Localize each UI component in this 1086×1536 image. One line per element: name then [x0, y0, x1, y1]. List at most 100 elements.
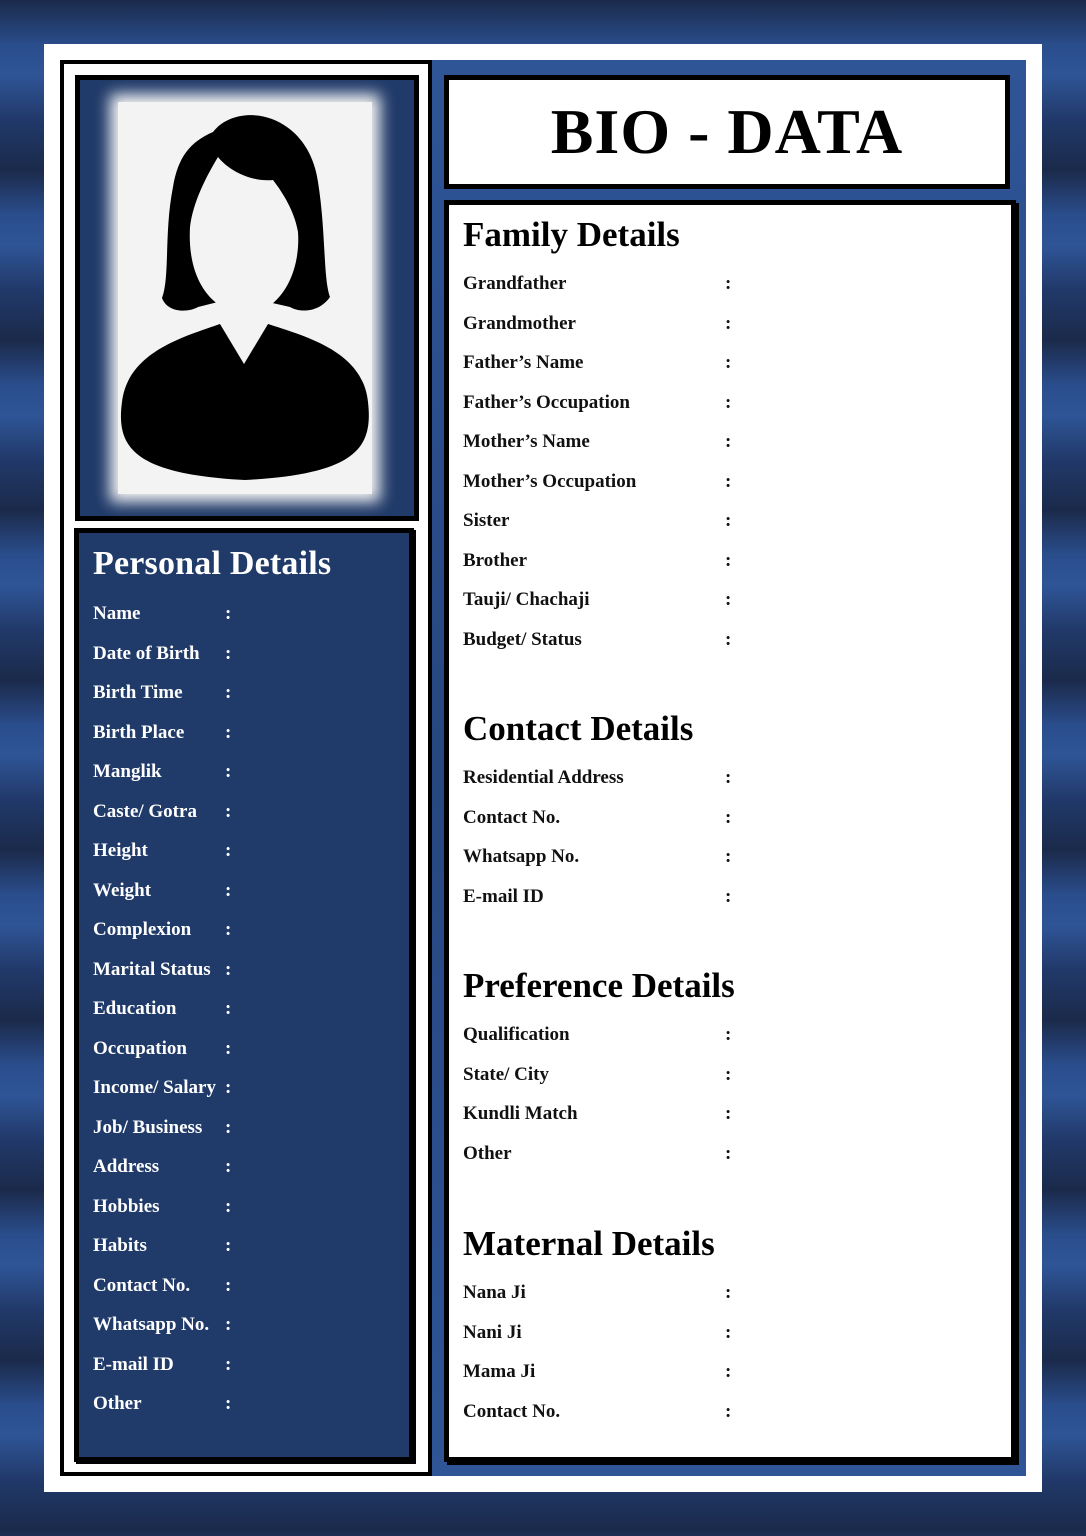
contact-details-field-e-mail-id[interactable]: E-mail ID:: [463, 886, 983, 910]
field-separator: :: [225, 1353, 232, 1375]
maternal-details-field-nana-ji[interactable]: Nana Ji:: [463, 1282, 983, 1306]
female-avatar-silhouette-icon: [120, 115, 369, 480]
personal-field-complexion[interactable]: Complexion:: [93, 919, 393, 943]
field-label: E-mail ID: [463, 885, 544, 907]
contact-details-field-contact-no[interactable]: Contact No.:: [463, 807, 983, 831]
family-details-field-budget-status[interactable]: Budget/ Status:: [463, 629, 983, 653]
personal-field-hobbies[interactable]: Hobbies:: [93, 1196, 393, 1220]
preference-details-field-qualification[interactable]: Qualification:: [463, 1024, 983, 1048]
field-label: Whatsapp No.: [93, 1314, 210, 1335]
field-separator: :: [725, 510, 732, 531]
field-separator: :: [725, 1400, 732, 1422]
personal-field-address[interactable]: Address:: [93, 1156, 393, 1180]
family-details-field-grandfather[interactable]: Grandfather:: [463, 273, 983, 297]
personal-field-whatsapp-no[interactable]: Whatsapp No.:: [93, 1314, 393, 1338]
preference-details-field-kundli-match[interactable]: Kundli Match:: [463, 1103, 983, 1127]
field-label: Brother: [463, 549, 528, 571]
preference-details-field-other[interactable]: Other:: [463, 1143, 983, 1167]
field-separator: :: [725, 767, 732, 788]
personal-field-birth-place[interactable]: Birth Place:: [93, 722, 393, 746]
field-separator: :: [225, 800, 232, 822]
maternal-details-field-nani-ji[interactable]: Nani Ji:: [463, 1322, 983, 1346]
personal-details-panel: Personal Details Name: Date of Birth: Birt…: [74, 528, 414, 1462]
preference-details-field-state-city[interactable]: State/ City:: [463, 1064, 983, 1088]
personal-field-caste-gotra[interactable]: Caste/ Gotra:: [93, 801, 393, 825]
field-separator: :: [725, 391, 732, 413]
personal-field-weight[interactable]: Weight:: [93, 880, 393, 904]
personal-field-other[interactable]: Other:: [93, 1393, 393, 1417]
field-separator: :: [725, 352, 732, 373]
field-label: Mother’s Occupation: [463, 470, 637, 492]
personal-field-marital-status[interactable]: Marital Status:: [93, 959, 393, 983]
field-label: Marital Status: [93, 958, 211, 980]
section-heading-contact-details: Contact Details: [463, 709, 694, 748]
field-label: State/ City: [463, 1063, 550, 1085]
personal-field-education[interactable]: Education:: [93, 998, 393, 1022]
field-separator: :: [225, 1314, 232, 1335]
profile-photo[interactable]: [118, 102, 372, 494]
family-details-field-sister[interactable]: Sister:: [463, 510, 983, 534]
personal-field-occupation[interactable]: Occupation:: [93, 1038, 393, 1062]
field-separator: :: [225, 1077, 232, 1098]
field-label: Date of Birth: [93, 642, 200, 664]
field-label: Education: [93, 998, 177, 1019]
field-label: Manglik: [93, 761, 162, 782]
contact-details-field-whatsapp-no[interactable]: Whatsapp No.:: [463, 846, 983, 870]
field-label: Contact No.: [93, 1274, 191, 1296]
family-details-field-brother[interactable]: Brother:: [463, 550, 983, 574]
field-label: Job/ Business: [93, 1116, 203, 1138]
personal-field-birth-time[interactable]: Birth Time:: [93, 682, 393, 706]
field-separator: :: [225, 840, 232, 861]
field-label: Nana Ji: [463, 1282, 526, 1303]
field-separator: :: [225, 642, 232, 664]
maternal-details-field-contact-no[interactable]: Contact No.:: [463, 1401, 983, 1425]
personal-field-manglik[interactable]: Manglik:: [93, 761, 393, 785]
field-separator: :: [225, 761, 232, 782]
details-panel: Family Details Grandfather: Grandmother: Fa…: [444, 200, 1016, 1462]
field-label: Other: [463, 1142, 512, 1164]
title-banner: BIO - DATA: [444, 75, 1010, 189]
field-separator: :: [225, 1195, 232, 1217]
field-separator: :: [725, 806, 732, 828]
personal-field-date-of-birth[interactable]: Date of Birth:: [93, 643, 393, 667]
field-separator: :: [225, 1235, 232, 1256]
section-heading-family-details: Family Details: [463, 215, 680, 254]
family-details-field-mother-s-occupation[interactable]: Mother’s Occupation:: [463, 471, 983, 495]
personal-field-habits[interactable]: Habits:: [93, 1235, 393, 1259]
field-separator: :: [725, 1024, 732, 1045]
personal-field-contact-no[interactable]: Contact No.:: [93, 1275, 393, 1299]
field-label: Mama Ji: [463, 1361, 536, 1382]
personal-field-e-mail-id[interactable]: E-mail ID:: [93, 1354, 393, 1378]
family-details-field-tauji-chachaji[interactable]: Tauji/ Chachaji:: [463, 589, 983, 613]
field-label: Weight: [93, 879, 152, 901]
personal-field-height[interactable]: Height:: [93, 840, 393, 864]
field-label: Sister: [463, 510, 510, 531]
field-label: Contact No.: [463, 806, 561, 828]
field-label: Hobbies: [93, 1195, 160, 1217]
field-label: E-mail ID: [93, 1353, 174, 1375]
personal-field-income-salary[interactable]: Income/ Salary:: [93, 1077, 393, 1101]
field-separator: :: [225, 1037, 232, 1059]
field-separator: :: [725, 273, 732, 294]
contact-details-field-residential-address[interactable]: Residential Address:: [463, 767, 983, 791]
family-details-field-father-s-name[interactable]: Father’s Name:: [463, 352, 983, 376]
field-separator: :: [225, 1116, 232, 1138]
field-separator: :: [225, 682, 232, 703]
field-label: Complexion: [93, 919, 192, 940]
personal-field-name[interactable]: Name:: [93, 603, 393, 627]
personal-field-job-business[interactable]: Job/ Business:: [93, 1117, 393, 1141]
field-label: Grandmother: [463, 312, 576, 334]
family-details-field-mother-s-name[interactable]: Mother’s Name:: [463, 431, 983, 455]
field-separator: :: [225, 958, 232, 980]
field-label: Birth Place: [93, 721, 185, 743]
field-separator: :: [225, 998, 232, 1019]
field-separator: :: [725, 589, 732, 610]
field-separator: :: [225, 919, 232, 940]
maternal-details-field-mama-ji[interactable]: Mama Ji:: [463, 1361, 983, 1385]
family-details-field-grandmother[interactable]: Grandmother:: [463, 313, 983, 337]
family-details-field-father-s-occupation[interactable]: Father’s Occupation:: [463, 392, 983, 416]
field-separator: :: [225, 721, 232, 743]
field-label: Caste/ Gotra: [93, 800, 197, 822]
field-separator: :: [725, 846, 732, 867]
field-separator: :: [725, 1282, 732, 1303]
